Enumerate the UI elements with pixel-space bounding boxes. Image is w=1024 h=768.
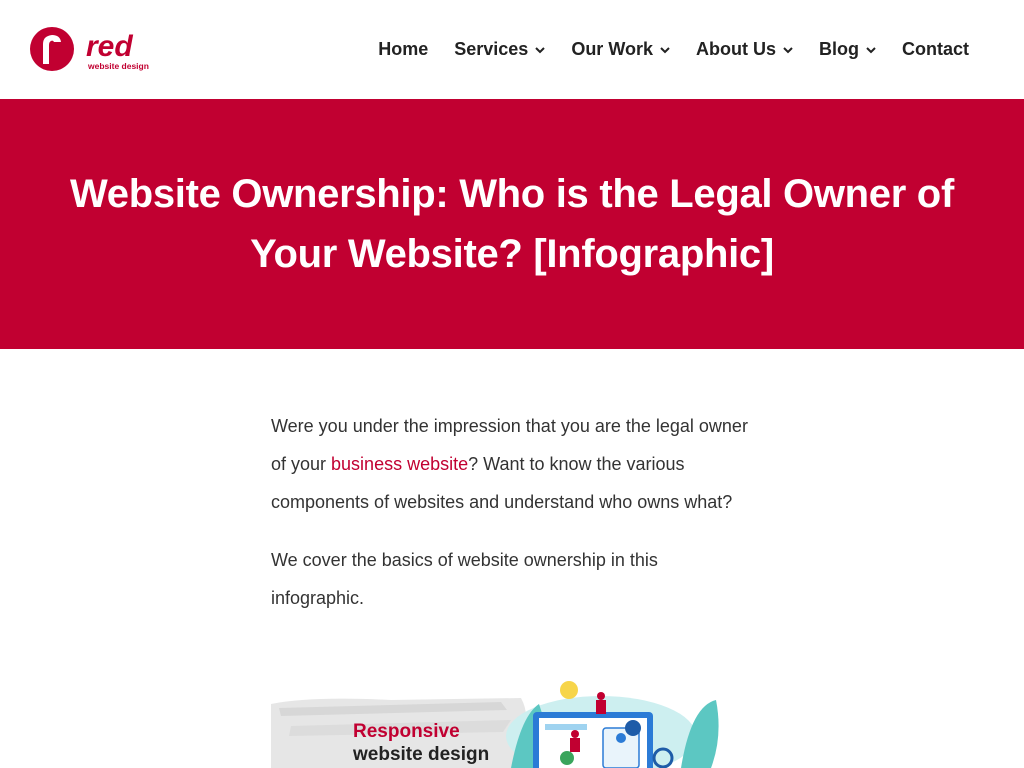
nav-our-work[interactable]: Our Work — [571, 39, 670, 60]
nav-our-work-label: Our Work — [571, 38, 653, 59]
nav-blog[interactable]: Blog — [819, 39, 876, 60]
article-body: Were you under the impression that you a… — [271, 407, 751, 637]
business-website-link[interactable]: business website — [331, 454, 468, 474]
nav-home[interactable]: Home — [378, 39, 428, 60]
infographic-image: Responsive website design — [271, 676, 739, 768]
main-nav: Home Services Our Work About Us Blog Con… — [378, 36, 969, 62]
nav-contact[interactable]: Contact — [902, 39, 969, 60]
hero-banner: Website Ownership: Who is the Legal Owne… — [0, 99, 1024, 349]
chevron-down-icon — [866, 46, 876, 53]
nav-about-us[interactable]: About Us — [696, 39, 793, 60]
infographic-artwork — [271, 681, 719, 768]
infographic-caption: Responsive website design — [353, 720, 489, 766]
chevron-down-icon — [660, 46, 670, 53]
red-logo[interactable]: red website design — [28, 24, 158, 78]
nav-services[interactable]: Services — [454, 38, 546, 60]
nav-about-us-label: About Us — [696, 38, 776, 59]
chevron-down-icon — [535, 46, 546, 53]
logo-tagline: website design — [87, 61, 149, 71]
intro-paragraph: Were you under the impression that you a… — [271, 407, 751, 521]
site-header: red website design Home Services Our Wor… — [0, 0, 1024, 99]
nav-home-label: Home — [378, 38, 429, 59]
infographic-line-1: Responsive — [353, 721, 460, 742]
nav-services-label: Services — [454, 38, 529, 59]
nav-blog-label: Blog — [819, 38, 859, 59]
summary-paragraph: We cover the basics of website ownership… — [271, 550, 658, 608]
page-title: Website Ownership: Who is the Legal Owne… — [70, 172, 954, 276]
logo-wordmark: red — [86, 30, 133, 63]
nav-contact-label: Contact — [902, 38, 969, 59]
infographic-line-2: website design — [353, 744, 490, 765]
chevron-down-icon — [783, 46, 793, 53]
